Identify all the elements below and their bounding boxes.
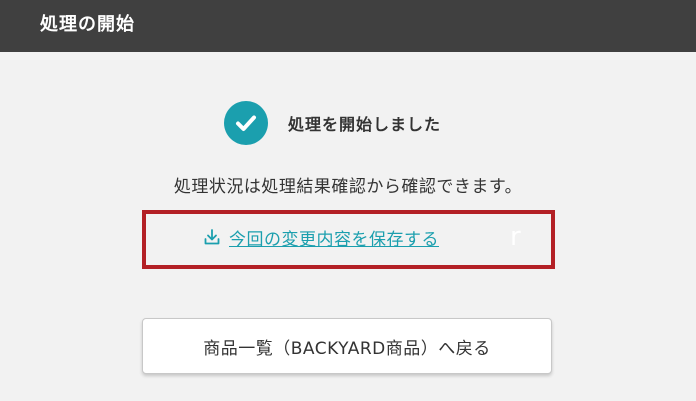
completion-message: 処理を開始しました: [224, 101, 441, 145]
text-cursor: r: [510, 222, 521, 252]
page-header: 処理の開始: [0, 0, 696, 52]
check-circle-icon: [224, 101, 268, 145]
back-to-product-list-button[interactable]: 商品一覧（BACKYARD商品）へ戻る: [142, 318, 552, 374]
back-button-label: 商品一覧（BACKYARD商品）へ戻る: [203, 338, 491, 359]
completion-text: 処理を開始しました: [288, 115, 442, 134]
download-icon: [203, 228, 221, 246]
save-changes-link[interactable]: 今回の変更内容を保存する: [203, 226, 439, 250]
status-info-text: 処理状況は処理結果確認から確認できます。: [173, 177, 523, 197]
save-changes-label: 今回の変更内容を保存する: [229, 229, 439, 250]
page-title: 処理の開始: [40, 14, 135, 35]
